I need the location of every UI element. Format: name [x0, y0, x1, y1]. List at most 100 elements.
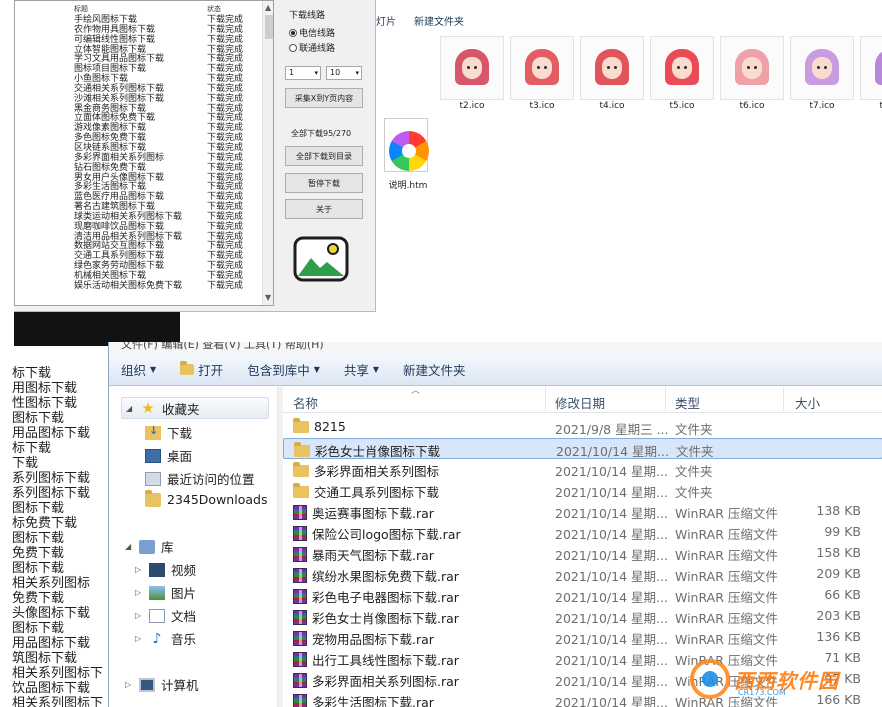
scroll-up-icon[interactable]: ▲	[265, 3, 271, 12]
nav-favorites[interactable]: ◢ ★ 收藏夹	[121, 397, 269, 419]
download-row[interactable]: 多彩生活图标下载 下载完成	[15, 182, 265, 192]
download-row[interactable]: 交通相关系列图标下载 下载完成	[15, 84, 265, 94]
expand-arrow-icon[interactable]: ◢	[126, 404, 134, 413]
scroll-down-icon[interactable]: ▼	[265, 293, 271, 302]
download-row[interactable]: 可编辑线性图标下载 下载完成	[15, 35, 265, 45]
column-size[interactable]: 大小	[795, 393, 820, 412]
page-to-select[interactable]: 10 ▾	[326, 66, 362, 80]
organize-button[interactable]: 组织 ▼	[109, 358, 168, 382]
file-row[interactable]: 暴雨天气图标下载.rar 2021/10/14 星期... WinRAR 压缩文件 1…	[283, 543, 882, 564]
folder-row[interactable]: 交通工具系列图标下载 2021/10/14 星期... 文件夹	[283, 480, 882, 501]
download-row[interactable]: 交通工具系列图标下载 下载完成	[15, 251, 265, 261]
download-row[interactable]: 小鱼图标下载 下载完成	[15, 74, 265, 84]
download-row[interactable]: 机械相关图标下载 下载完成	[15, 271, 265, 281]
nav-videos[interactable]: ▷ 视频	[135, 560, 196, 579]
collapse-arrow-icon[interactable]: ▷	[125, 680, 133, 689]
file-row[interactable]: 保险公司logo图标下载.rar 2021/10/14 星期... WinRAR 压…	[283, 522, 882, 543]
column-name[interactable]: 名称	[293, 393, 318, 412]
column-date[interactable]: 修改日期	[555, 393, 605, 412]
download-row[interactable]: 图标项目图标下载 下载完成	[15, 64, 265, 74]
nav-documents[interactable]: ▷ 文档	[135, 606, 196, 625]
menu-strip-text[interactable]: 文件(F) 编辑(E) 查看(V) 工具(T) 帮助(H)	[121, 342, 324, 352]
column-divider[interactable]	[665, 387, 666, 411]
ico-file-tile[interactable]: t3.ico	[510, 36, 576, 112]
nav-libraries[interactable]: ◢ 库	[125, 537, 174, 556]
winrar-archive-icon	[293, 652, 307, 667]
page-from-select[interactable]: 1 ▾	[285, 66, 321, 80]
ico-file-tile[interactable]: t2.ico	[440, 36, 506, 112]
nav-recent[interactable]: 最近访问的位置	[145, 469, 255, 488]
file-row[interactable]: 缤纷水果图标免费下载.rar 2021/10/14 星期... WinRAR 压缩文…	[283, 564, 882, 585]
column-type[interactable]: 类型	[675, 393, 700, 412]
radio-unicom[interactable]: 联通线路	[289, 41, 335, 54]
file-row[interactable]: 彩色电子电器图标下载.rar 2021/10/14 星期... WinRAR 压缩文…	[283, 585, 882, 606]
download-row[interactable]: 农作物用具图标下载 下载完成	[15, 25, 265, 35]
header-status[interactable]: 状态	[207, 4, 221, 14]
column-divider[interactable]	[545, 387, 546, 411]
file-date: 2021/9/8 星期三 ...	[555, 422, 669, 437]
download-row[interactable]: 黑金商务图标下载 下载完成	[15, 104, 265, 114]
image-logo-icon	[293, 236, 349, 282]
folder-row[interactable]: 8215 2021/9/8 星期三 ... 文件夹	[283, 417, 882, 438]
include-in-library-button[interactable]: 包含到库中 ▼	[235, 358, 332, 382]
folder-row[interactable]: 多彩界面相关系列图标 2021/10/14 星期... 文件夹	[283, 459, 882, 480]
download-row[interactable]: 多色图标免费下载 下载完成	[15, 133, 265, 143]
download-row[interactable]: 区块链系图标下载 下载完成	[15, 143, 265, 153]
download-row[interactable]: 学习文具用品图标下载 下载完成	[15, 54, 265, 64]
download-row[interactable]: 绿色家务劳动图标下载 下载完成	[15, 261, 265, 271]
collapse-arrow-icon[interactable]: ▷	[135, 588, 143, 597]
ico-file-tile[interactable]: t4.ico	[580, 36, 646, 112]
download-row[interactable]: 现磨咖啡饮品图标下载 下载完成	[15, 222, 265, 232]
file-row[interactable]: 彩色女士肖像图标下载.rar 2021/10/14 星期... WinRAR 压缩文…	[283, 606, 882, 627]
file-row[interactable]: 宠物用品图标下载.rar 2021/10/14 星期... WinRAR 压缩文件 1…	[283, 627, 882, 648]
download-row[interactable]: 沙滩相关系列图标下载 下载完成	[15, 94, 265, 104]
ico-file-tile[interactable]: t7.ico	[790, 36, 856, 112]
download-row[interactable]: 手绘风图标下载 下载完成	[15, 15, 265, 25]
nav-music[interactable]: ▷ ♪ 音乐	[135, 629, 196, 648]
download-row[interactable]: 球类运动相关系列图标下载 下载完成	[15, 212, 265, 222]
nav-pictures[interactable]: ▷ 图片	[135, 583, 196, 602]
nav-desktop[interactable]: 桌面	[145, 446, 192, 465]
nav-downloads[interactable]: 下载	[145, 423, 192, 442]
open-download-folder-button[interactable]: 全部下载到目录	[285, 146, 363, 166]
download-row[interactable]: 游戏像素图标下载 下载完成	[15, 123, 265, 133]
ico-file-tile[interactable]: t8.ico	[860, 36, 882, 112]
header-title[interactable]: 标题	[74, 4, 88, 14]
ico-file-tile[interactable]: t5.ico	[650, 36, 716, 112]
download-row[interactable]: 数据网站交互图标下载 下载完成	[15, 241, 265, 251]
radio-telecom[interactable]: 电信线路	[289, 26, 335, 39]
column-divider[interactable]	[783, 387, 784, 411]
nav-2345downloads[interactable]: 2345Downloads	[145, 489, 267, 507]
download-row[interactable]: 清洁用品相关系列图标下载 下载完成	[15, 232, 265, 242]
collapse-arrow-icon[interactable]: ▷	[135, 565, 143, 574]
about-button[interactable]: 关于	[285, 199, 363, 219]
pause-download-button[interactable]: 暂停下载	[285, 173, 363, 193]
collect-pages-button[interactable]: 采集X到Y页内容	[285, 88, 363, 108]
download-row[interactable]: 立体智能图标下载 下载完成	[15, 45, 265, 55]
expand-arrow-icon[interactable]: ◢	[125, 542, 133, 551]
download-row[interactable]: 立面体图标免费下载 下载完成	[15, 113, 265, 123]
download-row[interactable]: 男女用户头像图标下载 下载完成	[15, 173, 265, 183]
download-row[interactable]: 多彩界面相关系列图标 下载完成	[15, 153, 265, 163]
toolbar-new-folder-label[interactable]: 新建文件夹	[414, 13, 464, 28]
file-row[interactable]: 奥运赛事图标下载.rar 2021/10/14 星期... WinRAR 压缩文件 1…	[283, 501, 882, 522]
share-button[interactable]: 共享 ▼	[332, 358, 391, 382]
download-row-title: 机械相关图标下载	[74, 270, 147, 281]
new-folder-button[interactable]: 新建文件夹	[391, 358, 478, 382]
download-row[interactable]: 著名古建筑图标下载 下载完成	[15, 202, 265, 212]
collapse-arrow-icon[interactable]: ▷	[135, 611, 143, 620]
open-button[interactable]: 打开	[168, 358, 235, 382]
download-row[interactable]: 娱乐活动相关图标免费下载 下载完成	[15, 281, 265, 291]
ico-file-name: t8.ico	[879, 101, 882, 111]
download-row[interactable]: 钻石图标免费下载 下载完成	[15, 163, 265, 173]
toolbar-slideshow-label[interactable]: 灯片	[376, 13, 396, 28]
folder-row[interactable]: 彩色女士肖像图标下载 2021/10/14 星期... 文件夹	[283, 438, 882, 459]
scroll-thumb[interactable]	[265, 15, 273, 39]
collapse-arrow-icon[interactable]: ▷	[135, 634, 143, 643]
download-list-scrollbar[interactable]: ▲ ▼	[262, 1, 273, 305]
nav-computer[interactable]: ▷ 计算机	[125, 675, 199, 694]
download-list[interactable]: 标题 状态 手绘风图标下载 下载完成 农作物用具图标下载 下载完成 可编辑线性图标下载下…	[14, 0, 274, 306]
htm-file-tile[interactable]: 说明.htm	[378, 118, 438, 191]
download-row[interactable]: 蓝色医疗用品图标下载 下载完成	[15, 192, 265, 202]
ico-file-tile[interactable]: t6.ico	[720, 36, 786, 112]
